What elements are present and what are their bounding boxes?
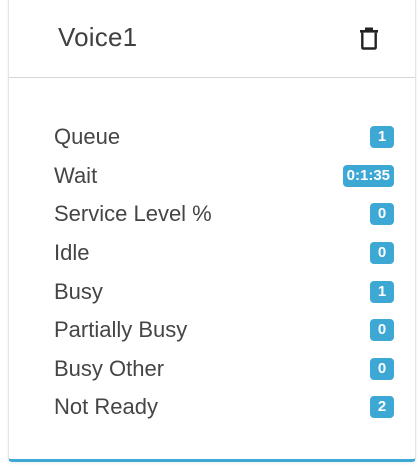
stat-row-partially-busy: Partially Busy 0 (54, 311, 394, 350)
stat-row-busy: Busy 1 (54, 272, 394, 311)
stat-row-service-level: Service Level % 0 (54, 195, 394, 234)
stat-row-queue: Queue 1 (54, 118, 394, 157)
stat-label: Queue (54, 124, 121, 150)
stat-label: Busy (54, 278, 103, 304)
card-header: Voice1 (9, 0, 415, 78)
card-title: Voice1 (58, 22, 138, 52)
stat-label: Partially Busy (54, 317, 188, 343)
stat-label: Busy Other (54, 355, 165, 381)
stat-badge: 2 (370, 396, 394, 419)
stat-badge: 1 (370, 126, 394, 149)
stat-label: Wait (54, 162, 98, 188)
stat-badge: 0 (370, 242, 394, 265)
stat-row-wait: Wait 0:1:35 (54, 157, 394, 196)
stats-list: Queue 1 Wait 0:1:35 Service Level % 0 Id… (54, 118, 394, 427)
stat-label: Idle (54, 240, 90, 266)
stat-label: Service Level % (54, 201, 212, 227)
stat-badge: 1 (370, 280, 394, 303)
queue-card: Voice1 Queue 1 Wait 0:1:35 Service Level… (8, 0, 416, 462)
stat-row-not-ready: Not Ready 2 (54, 388, 394, 427)
delete-button[interactable] (355, 24, 383, 52)
stat-badge: 0:1:35 (342, 164, 394, 187)
stat-row-idle: Idle 0 (54, 234, 394, 273)
stat-badge: 0 (370, 203, 394, 226)
trash-icon (360, 27, 378, 50)
stat-row-busy-other: Busy Other 0 (54, 350, 394, 389)
stat-badge: 0 (370, 319, 394, 342)
stat-badge: 0 (370, 357, 394, 380)
stat-label: Not Ready (54, 394, 158, 420)
